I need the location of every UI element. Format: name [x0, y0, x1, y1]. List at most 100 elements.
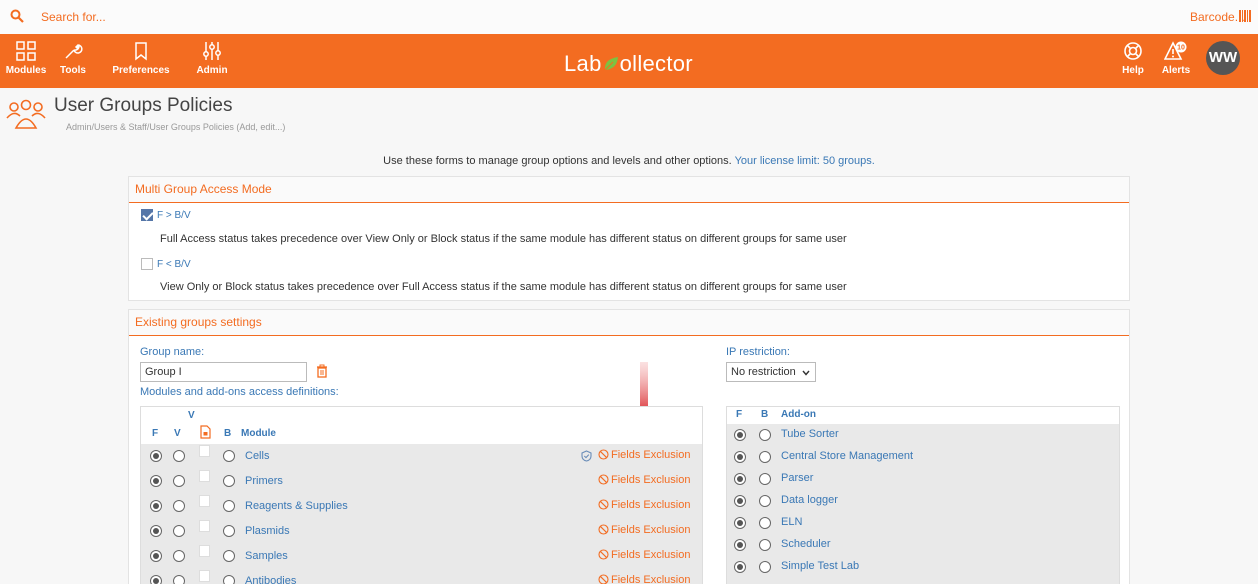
page-title: User Groups Policies [54, 95, 233, 116]
nav-admin[interactable]: Admin [188, 34, 236, 88]
breadcrumb: Admin/Users & Staff/User Groups Policies… [66, 122, 286, 132]
license-limit-link[interactable]: Your license limit: 50 groups. [735, 155, 875, 167]
addon-block-radio[interactable] [759, 561, 771, 573]
nav-alerts[interactable]: 10 Alerts [1158, 34, 1194, 88]
module-view-doc-checkbox[interactable] [199, 545, 210, 557]
addon-row: Scheduler [727, 534, 1119, 556]
barcode-input[interactable]: Barcode... [1190, 10, 1245, 24]
module-view-only-radio[interactable] [173, 525, 185, 537]
fields-exclusion-link[interactable]: Fields Exclusion [598, 549, 690, 561]
nav-modules[interactable]: Modules [4, 34, 48, 88]
search-input[interactable]: Search for... [41, 10, 106, 24]
user-group-icon [6, 99, 46, 129]
nav-preferences-label: Preferences [112, 65, 170, 76]
labcollector-logo[interactable]: Lab ollector [564, 51, 693, 77]
module-block-radio[interactable] [223, 575, 235, 584]
existing-groups-panel: Existing groups settings Group name: Gro… [128, 309, 1130, 584]
fields-exclusion-link[interactable]: Fields Exclusion [598, 449, 690, 461]
addon-full-access-radio[interactable] [734, 451, 746, 463]
module-name[interactable]: Cells [245, 450, 269, 462]
fields-exclusion-label: Fields Exclusion [611, 474, 691, 486]
bookmark-icon [135, 42, 147, 61]
module-name[interactable]: Reagents & Supplies [245, 500, 348, 512]
addons-table-header: F B Add-on [727, 407, 1119, 424]
fields-exclusion-link[interactable]: Fields Exclusion [598, 499, 690, 511]
module-view-doc-checkbox[interactable] [199, 495, 210, 507]
addon-name[interactable]: Tube Sorter [781, 428, 839, 440]
addon-name[interactable]: Scheduler [781, 538, 831, 550]
addon-block-radio[interactable] [759, 495, 771, 507]
addon-full-access-radio[interactable] [734, 517, 746, 529]
module-name[interactable]: Antibodies [245, 575, 296, 584]
module-view-only-radio[interactable] [173, 475, 185, 487]
addon-name[interactable]: Central Store Management [781, 450, 913, 462]
module-view-doc-checkbox[interactable] [199, 470, 210, 482]
col-v: V [174, 428, 181, 439]
module-row: Reagents & Supplies Fields Exclusion [141, 494, 702, 519]
nav-help[interactable]: Help [1118, 34, 1148, 88]
barcode-icon[interactable] [1238, 9, 1252, 23]
addon-name[interactable]: Data logger [781, 494, 838, 506]
nav-preferences[interactable]: Preferences [101, 34, 181, 88]
module-view-doc-checkbox[interactable] [199, 445, 210, 457]
module-full-access-radio[interactable] [150, 475, 162, 487]
module-view-doc-checkbox[interactable] [199, 570, 210, 582]
nav-modules-label: Modules [5, 65, 47, 76]
addon-block-radio[interactable] [759, 539, 771, 551]
module-block-radio[interactable] [223, 450, 235, 462]
main-navbar: Modules Tools Preferences Admin Lab olle… [0, 34, 1258, 88]
search-icon[interactable] [10, 9, 24, 23]
module-view-only-radio[interactable] [173, 550, 185, 562]
module-row: Samples Fields Exclusion [141, 544, 702, 569]
trash-icon[interactable] [316, 364, 328, 378]
module-view-only-radio[interactable] [173, 575, 185, 584]
f-over-bv-checkbox[interactable] [141, 209, 153, 221]
addon-block-radio[interactable] [759, 451, 771, 463]
addon-full-access-radio[interactable] [734, 473, 746, 485]
module-view-doc-checkbox[interactable] [199, 520, 210, 532]
module-row: Plasmids Fields Exclusion [141, 519, 702, 544]
user-avatar[interactable]: WW [1206, 41, 1240, 75]
fields-exclusion-link[interactable]: Fields Exclusion [598, 524, 690, 536]
addon-block-radio[interactable] [759, 429, 771, 441]
f-under-bv-checkbox[interactable] [141, 258, 153, 270]
ip-restriction-select[interactable]: No restriction [726, 362, 816, 382]
module-block-radio[interactable] [223, 500, 235, 512]
nav-admin-label: Admin [196, 65, 228, 76]
addon-full-access-radio[interactable] [734, 561, 746, 573]
module-full-access-radio[interactable] [150, 450, 162, 462]
addon-row: Simple Test Lab [727, 556, 1119, 578]
fields-exclusion-label: Fields Exclusion [611, 449, 691, 461]
modules-access-label: Modules and add-ons access definitions: [140, 386, 339, 398]
addon-full-access-radio[interactable] [734, 429, 746, 441]
module-full-access-radio[interactable] [150, 500, 162, 512]
no-entry-icon [598, 574, 609, 584]
module-full-access-radio[interactable] [150, 525, 162, 537]
module-full-access-radio[interactable] [150, 575, 162, 584]
module-view-only-radio[interactable] [173, 500, 185, 512]
module-name[interactable]: Plasmids [245, 525, 290, 537]
addon-row: Data logger [727, 490, 1119, 512]
alert-triangle-icon: 10 [1164, 41, 1187, 60]
module-view-only-radio[interactable] [173, 450, 185, 462]
addon-name[interactable]: ELN [781, 516, 802, 528]
module-name[interactable]: Samples [245, 550, 288, 562]
addon-name[interactable]: Simple Test Lab [781, 560, 859, 572]
col-f: F [152, 428, 159, 439]
fields-exclusion-link[interactable]: Fields Exclusion [598, 574, 690, 584]
addon-full-access-radio[interactable] [734, 539, 746, 551]
module-full-access-radio[interactable] [150, 550, 162, 562]
addon-row: ELN [727, 512, 1119, 534]
fields-exclusion-link[interactable]: Fields Exclusion [598, 474, 690, 486]
nav-tools[interactable]: Tools [52, 34, 94, 88]
module-block-radio[interactable] [223, 475, 235, 487]
module-block-radio[interactable] [223, 550, 235, 562]
addon-block-radio[interactable] [759, 517, 771, 529]
addon-name[interactable]: Parser [781, 472, 813, 484]
lifebuoy-icon [1124, 42, 1142, 60]
addon-block-radio[interactable] [759, 473, 771, 485]
module-name[interactable]: Primers [245, 475, 283, 487]
module-block-radio[interactable] [223, 525, 235, 537]
group-name-input[interactable]: Group I [140, 362, 307, 382]
addon-full-access-radio[interactable] [734, 495, 746, 507]
